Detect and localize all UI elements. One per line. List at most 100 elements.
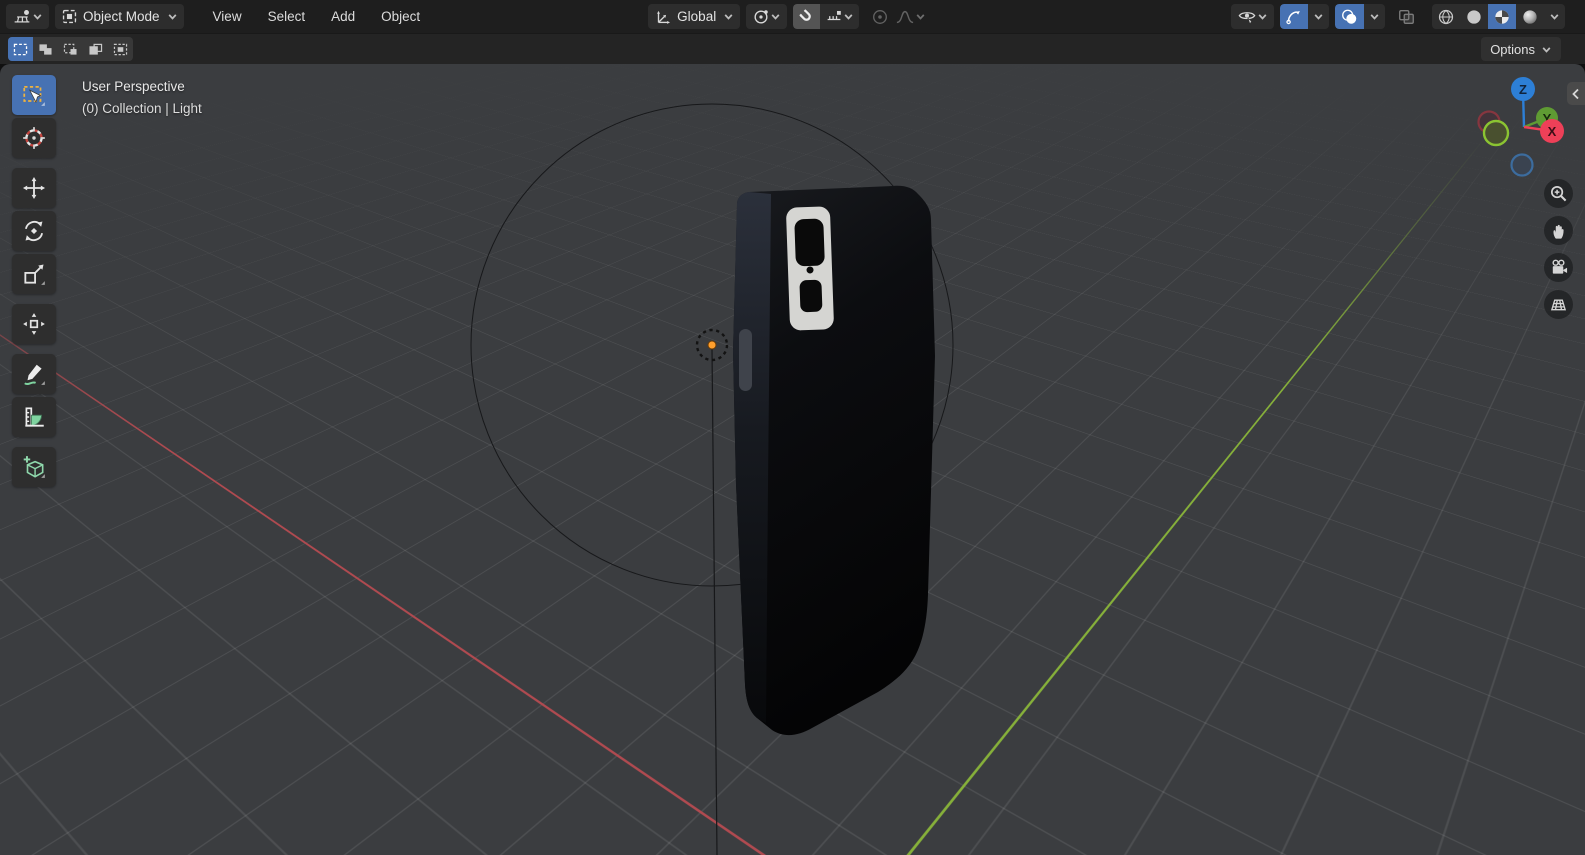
- tool-rotate[interactable]: [12, 211, 56, 251]
- shading-wireframe[interactable]: [1432, 4, 1460, 29]
- projection-toggle-button[interactable]: [1544, 290, 1573, 319]
- add-cube-icon: [23, 456, 45, 478]
- tool-cursor[interactable]: [12, 118, 56, 158]
- view-name: User Perspective: [82, 79, 185, 94]
- visibility-selector[interactable]: [1231, 4, 1274, 29]
- phone-side-button: [739, 329, 752, 391]
- tool-transform[interactable]: [12, 304, 56, 344]
- zoom-button[interactable]: [1544, 179, 1573, 208]
- 3d-viewport[interactable]: User Perspective (0) Collection | Light: [0, 64, 1585, 855]
- options-button[interactable]: Options: [1481, 37, 1561, 61]
- chevron-down-icon: [1370, 14, 1379, 20]
- phone-object[interactable]: [733, 185, 935, 736]
- gizmos-toggle[interactable]: [1280, 4, 1308, 29]
- toolbar: [12, 75, 56, 490]
- gizmos-icon: [1286, 10, 1300, 24]
- blender-window: Object Mode View Select Add Object Globa…: [0, 0, 1585, 855]
- editor-3d-viewport-icon: [14, 9, 30, 23]
- wireframe-shading-icon: [1438, 9, 1454, 24]
- select-mode-intersect[interactable]: [108, 37, 133, 61]
- camera-view-button[interactable]: [1544, 253, 1573, 282]
- menu-add[interactable]: Add: [318, 4, 368, 29]
- gizmos-group: [1280, 4, 1329, 29]
- show-hide-icon: [1238, 12, 1256, 25]
- pivot-point-selector[interactable]: [746, 4, 788, 29]
- projection-grid-icon: [1550, 299, 1567, 311]
- shading-solid[interactable]: [1460, 4, 1488, 29]
- select-mode-set[interactable]: [8, 37, 33, 61]
- tool-measure[interactable]: [12, 397, 56, 437]
- gizmo-neg-z-ball: [1510, 153, 1534, 177]
- snap-increment-icon: [827, 10, 842, 21]
- material-preview-shading-icon: [1495, 9, 1509, 24]
- navigation-gizmo[interactable]: Z Y X: [1469, 72, 1579, 182]
- select-mode-extend[interactable]: [33, 37, 58, 61]
- overlays-toggle[interactable]: [1335, 4, 1364, 29]
- xray-toggle[interactable]: [1391, 4, 1422, 29]
- display-cluster: [1231, 4, 1579, 29]
- phone-side-face: [733, 192, 771, 723]
- mode-selector[interactable]: Object Mode: [55, 4, 184, 29]
- shading-rendered[interactable]: [1516, 4, 1544, 29]
- light-origin-dot: [707, 340, 717, 350]
- scene-canvas: [470, 103, 954, 855]
- tool-annotate[interactable]: [12, 354, 56, 394]
- chevron-down-icon: [1542, 46, 1551, 53]
- tool-scale[interactable]: [12, 254, 56, 294]
- mode-label: Object Mode: [83, 9, 160, 24]
- select-mode-group: [8, 37, 133, 61]
- overlays-dropdown[interactable]: [1364, 4, 1385, 29]
- toggle-xray-icon: [1399, 9, 1414, 24]
- editor-type-selector[interactable]: [6, 4, 49, 29]
- menu-bar: View Select Add Object: [200, 4, 434, 29]
- transform-orientation-selector[interactable]: Global: [648, 4, 741, 29]
- overlays-icon: [1342, 9, 1357, 24]
- snap-magnet-icon: [799, 9, 812, 21]
- viewport-header: Object Mode View Select Add Object Globa…: [0, 0, 1585, 33]
- sidebar-toggle[interactable]: [1567, 82, 1585, 105]
- cursor-icon: [23, 127, 45, 149]
- camera-icon: [1552, 259, 1568, 274]
- chevron-down-icon: [844, 14, 853, 20]
- tool-add-cube[interactable]: [12, 447, 56, 487]
- gizmo-neg-y-ball: [1482, 119, 1510, 147]
- collapse-arrow-icon: [1572, 88, 1579, 99]
- transform-cluster: Global: [648, 4, 938, 29]
- snap-target-selector[interactable]: [820, 4, 859, 29]
- pan-button[interactable]: [1544, 216, 1573, 245]
- menu-object[interactable]: Object: [368, 4, 433, 29]
- chevron-down-icon: [724, 14, 733, 20]
- select-extend-icon: [39, 43, 52, 55]
- gizmos-dropdown[interactable]: [1308, 4, 1329, 29]
- overlays-group: [1335, 4, 1385, 29]
- proportional-editing-group[interactable]: [865, 4, 932, 29]
- pivot-point-icon: [754, 9, 768, 24]
- chevron-down-icon: [1314, 14, 1323, 20]
- chevron-down-icon: [1258, 14, 1267, 20]
- move-icon: [22, 176, 46, 200]
- snapping-group: [793, 4, 860, 29]
- viewport-overlay-text: User Perspective (0) Collection | Light: [82, 76, 202, 120]
- measure-icon: [25, 407, 44, 427]
- rendered-shading-icon: [1523, 9, 1537, 24]
- menu-select[interactable]: Select: [255, 4, 319, 29]
- shading-material-preview[interactable]: [1488, 4, 1516, 29]
- options-label: Options: [1490, 41, 1535, 57]
- shading-dropdown[interactable]: [1544, 4, 1565, 29]
- transform-icon: [23, 313, 45, 335]
- select-mode-invert[interactable]: [83, 37, 108, 61]
- select-mode-subtract[interactable]: [58, 37, 83, 61]
- select-set-icon: [13, 43, 28, 55]
- select-subtract-icon: [63, 43, 77, 55]
- zoom-icon: [1550, 185, 1567, 202]
- chevron-down-icon: [33, 14, 42, 20]
- tool-settings-bar: Options: [0, 33, 1585, 64]
- menu-view[interactable]: View: [200, 4, 255, 29]
- chevron-down-icon: [771, 14, 780, 20]
- select-intersect-icon: [113, 43, 128, 55]
- tool-select-box[interactable]: [12, 75, 56, 115]
- snap-toggle[interactable]: [793, 4, 821, 29]
- tool-move[interactable]: [12, 168, 56, 208]
- proportional-editing-icon: [873, 9, 888, 24]
- rotate-icon: [24, 221, 44, 241]
